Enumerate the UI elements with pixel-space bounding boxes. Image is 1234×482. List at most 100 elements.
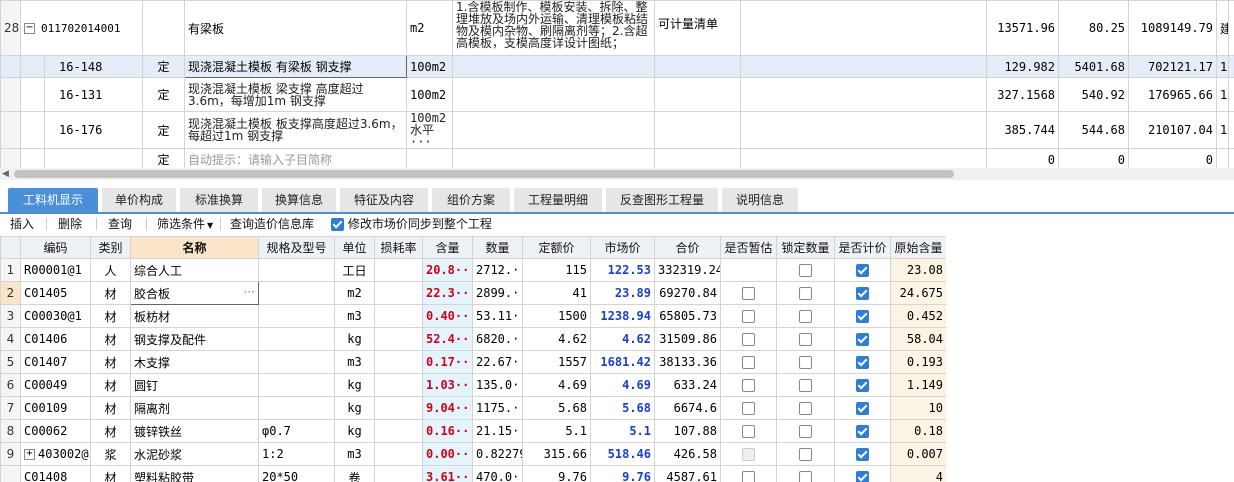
- priced-cell[interactable]: [834, 442, 891, 466]
- sub-name-hint[interactable]: 自动提示：请输入子目简称: [184, 148, 408, 168]
- resource-code[interactable]: C00109: [20, 396, 91, 420]
- table-row[interactable]: 1R00001@1人综合人工 工日 20.8···2712.···115122.53…: [0, 258, 946, 282]
- resource-category[interactable]: 材: [90, 465, 131, 482]
- resource-market-price[interactable]: 5.1: [590, 419, 655, 443]
- col-loss-rate[interactable]: 损耗率: [374, 236, 423, 259]
- table-row[interactable]: 6C00049材圆钉kg1.03···135.0···4.694.69633.2…: [0, 373, 946, 397]
- col-name[interactable]: 名称: [130, 236, 259, 259]
- sub-row[interactable]: 定 自动提示：请输入子目简称 0 0 0: [0, 148, 1234, 168]
- tab-description[interactable]: 说明信息: [722, 188, 798, 212]
- is-priced-checkbox[interactable]: [856, 402, 869, 415]
- resource-spec[interactable]: [258, 396, 335, 420]
- resource-content[interactable]: 20.8···: [422, 258, 473, 282]
- resource-code[interactable]: C01405: [20, 281, 91, 305]
- resource-market-price[interactable]: 518.46: [590, 442, 655, 466]
- lock-cell[interactable]: [776, 465, 835, 482]
- estimate-cell[interactable]: [720, 442, 777, 466]
- col-unit[interactable]: 单位: [334, 236, 375, 259]
- col-is-priced[interactable]: 是否计价: [834, 236, 891, 259]
- resource-code[interactable]: +403002@1: [20, 442, 91, 466]
- col-is-estimate[interactable]: 是否暂估: [720, 236, 777, 259]
- priced-cell[interactable]: [834, 419, 891, 443]
- resource-unit[interactable]: kg: [334, 396, 375, 420]
- resource-unit[interactable]: 卷: [334, 465, 375, 482]
- resource-code[interactable]: C00062: [20, 419, 91, 443]
- resource-spec[interactable]: [258, 304, 335, 328]
- priced-cell[interactable]: [834, 304, 891, 328]
- resource-market-price[interactable]: 1238.94: [590, 304, 655, 328]
- resource-content[interactable]: 0.40···: [422, 304, 473, 328]
- estimate-checkbox[interactable]: [742, 425, 755, 438]
- tab-labor-material-machine[interactable]: 工料机显示: [8, 188, 98, 212]
- resource-loss-rate[interactable]: [374, 419, 423, 443]
- resource-loss-rate[interactable]: [374, 304, 423, 328]
- estimate-checkbox[interactable]: [742, 402, 755, 415]
- resource-unit[interactable]: kg: [334, 373, 375, 397]
- resource-market-price[interactable]: 4.62: [590, 327, 655, 351]
- is-priced-checkbox[interactable]: [856, 425, 869, 438]
- more-options-icon[interactable]: ···: [244, 285, 255, 299]
- lock-cell[interactable]: [776, 396, 835, 420]
- resource-content[interactable]: 0.17···: [422, 350, 473, 374]
- tab-unit-price-composition[interactable]: 单价构成: [102, 188, 176, 212]
- item-name[interactable]: 有梁板: [184, 0, 408, 56]
- estimate-cell[interactable]: [720, 350, 777, 374]
- estimate-cell[interactable]: [720, 327, 777, 351]
- lock-cell[interactable]: [776, 373, 835, 397]
- lock-quantity-checkbox[interactable]: [799, 356, 812, 369]
- resource-market-price[interactable]: 122.53: [590, 258, 655, 282]
- table-row[interactable]: 7C00109材隔离剂kg9.04···1175.···5.685.686674…: [0, 396, 946, 420]
- priced-cell[interactable]: [834, 258, 891, 282]
- col-code[interactable]: 编码: [20, 236, 91, 259]
- is-priced-checkbox[interactable]: [856, 310, 869, 323]
- col-original-content[interactable]: 原始含量: [890, 236, 946, 259]
- resource-unit[interactable]: kg: [334, 419, 375, 443]
- priced-cell[interactable]: [834, 373, 891, 397]
- col-quantity[interactable]: 数量: [472, 236, 523, 259]
- resource-category[interactable]: 人: [90, 258, 131, 282]
- resource-name[interactable]: 水泥砂浆: [130, 442, 259, 466]
- resource-content[interactable]: 0.00···: [422, 442, 473, 466]
- estimate-checkbox[interactable]: [742, 310, 755, 323]
- tab-pricing-scheme[interactable]: 组价方案: [432, 188, 510, 212]
- resource-unit[interactable]: m2: [334, 281, 375, 305]
- tab-conversion-info[interactable]: 换算信息: [262, 188, 336, 212]
- resource-market-price[interactable]: 4.69: [590, 373, 655, 397]
- horizontal-scrollbar[interactable]: ◀: [0, 168, 1234, 180]
- resource-content[interactable]: 0.16···: [422, 419, 473, 443]
- resource-category[interactable]: 材: [90, 350, 131, 374]
- col-total[interactable]: 合价: [654, 236, 721, 259]
- resource-loss-rate[interactable]: [374, 373, 423, 397]
- resource-category[interactable]: 材: [90, 419, 131, 443]
- resource-content[interactable]: 52.4···: [422, 327, 473, 351]
- table-row[interactable]: 2C01405材胶合板··· m2 22.3···2899.···4123.8969…: [0, 281, 946, 305]
- resource-name[interactable]: 塑料粘胶带: [130, 465, 259, 482]
- resource-name[interactable]: 圆钉: [130, 373, 259, 397]
- resource-code[interactable]: R00001@1: [20, 258, 91, 282]
- estimate-cell[interactable]: [720, 419, 777, 443]
- resource-content[interactable]: 22.3···: [422, 281, 473, 305]
- sub-row[interactable]: 16-131 定 现浇混凝土模板 梁支撑 高度超过3.6m，每增加1m 钢支撑 …: [0, 77, 1234, 112]
- col-quota-price[interactable]: 定额价: [522, 236, 591, 259]
- tab-standard-conversion[interactable]: 标准换算: [180, 188, 258, 212]
- delete-button[interactable]: 删除: [58, 213, 82, 235]
- table-row[interactable]: C01408材塑料粘胶带20*50卷3.61···470.0···9.769.7…: [0, 465, 946, 482]
- estimate-checkbox[interactable]: [742, 379, 755, 392]
- resource-spec[interactable]: [258, 373, 335, 397]
- resource-market-price[interactable]: 1681.42: [590, 350, 655, 374]
- lock-quantity-checkbox[interactable]: [799, 402, 812, 415]
- resource-spec[interactable]: [258, 327, 335, 351]
- resource-spec[interactable]: [258, 258, 335, 282]
- checkbox-icon[interactable]: [331, 218, 344, 231]
- is-priced-checkbox[interactable]: [856, 379, 869, 392]
- is-priced-checkbox[interactable]: [856, 264, 869, 277]
- col-category[interactable]: 类别: [90, 236, 131, 259]
- priced-cell[interactable]: [834, 281, 891, 305]
- resource-category[interactable]: 浆: [90, 442, 131, 466]
- resource-code[interactable]: C01408: [20, 465, 91, 482]
- estimate-checkbox[interactable]: [742, 287, 755, 300]
- resource-category[interactable]: 材: [90, 327, 131, 351]
- scroll-left-icon[interactable]: ◀: [2, 169, 9, 179]
- resource-content[interactable]: 9.04···: [422, 396, 473, 420]
- estimate-cell[interactable]: [720, 281, 777, 305]
